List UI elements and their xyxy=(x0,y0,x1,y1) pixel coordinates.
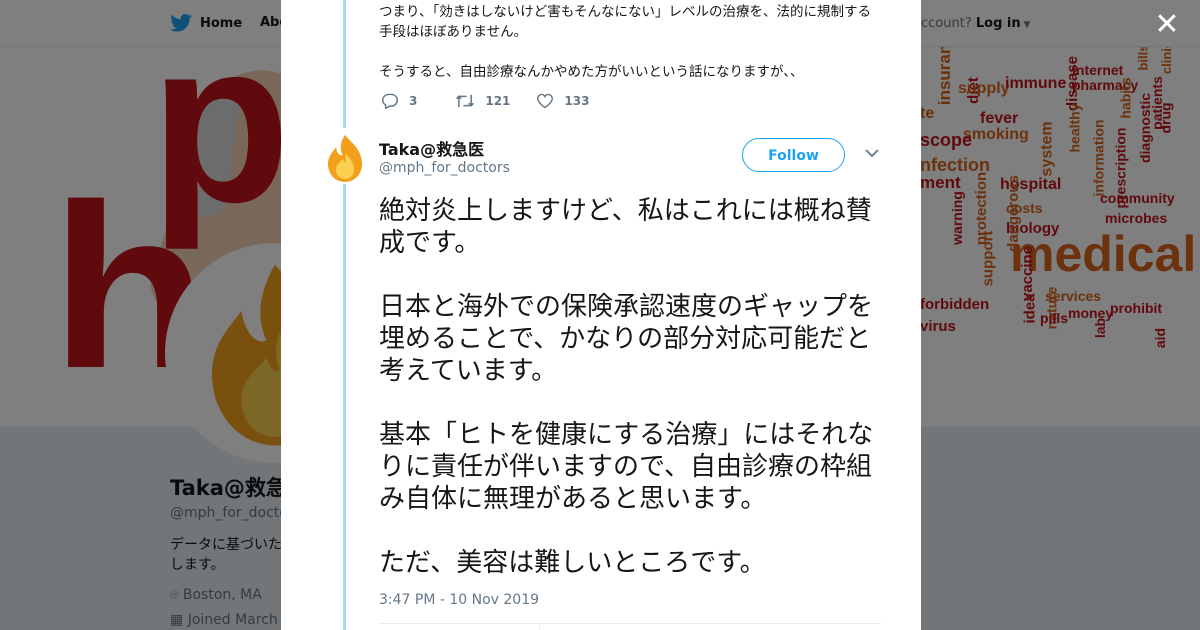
retweet-icon xyxy=(456,94,475,108)
tweet-paragraph: 絶対炎上しますけど、私はこれには概ね賛成です。 xyxy=(379,196,872,258)
reply-icon xyxy=(381,93,399,109)
previous-tweet-text: つまり、「効きはしないけど害もそんなにない」レベルの治療を、法的に規制する手段は… xyxy=(379,4,871,80)
author-avatar[interactable] xyxy=(320,133,370,183)
tweet-paragraph: 基本「ヒトを健康にする治療」にはそれなりに責任が伴いますので、自由診療の枠組み自… xyxy=(379,420,874,514)
tweet-text: 絶対炎上しますけど、私はこれには概ね賛成です。 日本と海外での保険承認速度のギャ… xyxy=(379,195,889,611)
close-icon[interactable]: ✕ xyxy=(1154,10,1180,40)
divider-vertical xyxy=(539,623,540,630)
tweet-timestamp[interactable]: 3:47 PM - 10 Nov 2019 xyxy=(379,592,539,608)
author-handle[interactable]: @mph_for_doctors xyxy=(379,160,510,176)
thread-connector-lower xyxy=(343,184,346,630)
fire-icon xyxy=(328,135,362,182)
reply-button[interactable]: 3 xyxy=(381,93,417,109)
tweet-paragraph: 日本と海外での保険承認速度のギャップを埋めることで、かなりの部分対応可能だと考え… xyxy=(379,292,874,386)
like-button[interactable]: 133 xyxy=(536,93,589,109)
author-name[interactable]: Taka@救急医 xyxy=(379,136,484,160)
previous-tweet-actions: 3 121 133 xyxy=(381,93,613,109)
retweet-button[interactable]: 121 xyxy=(455,93,510,109)
tweet-permalink-modal: つまり、「効きはしないけど害もそんなにない」レベルの治療を、法的に規制する手段は… xyxy=(281,0,921,630)
reply-count: 3 xyxy=(409,94,418,108)
follow-button[interactable]: Follow xyxy=(742,138,845,172)
tweet-paragraph: ただ、美容は難しいところです。 xyxy=(379,548,766,578)
divider xyxy=(379,623,881,624)
heart-icon xyxy=(537,93,554,109)
retweet-count: 121 xyxy=(485,94,511,108)
chevron-down-icon[interactable] xyxy=(864,145,880,161)
like-count: 133 xyxy=(564,94,590,108)
thread-connector xyxy=(343,0,346,128)
